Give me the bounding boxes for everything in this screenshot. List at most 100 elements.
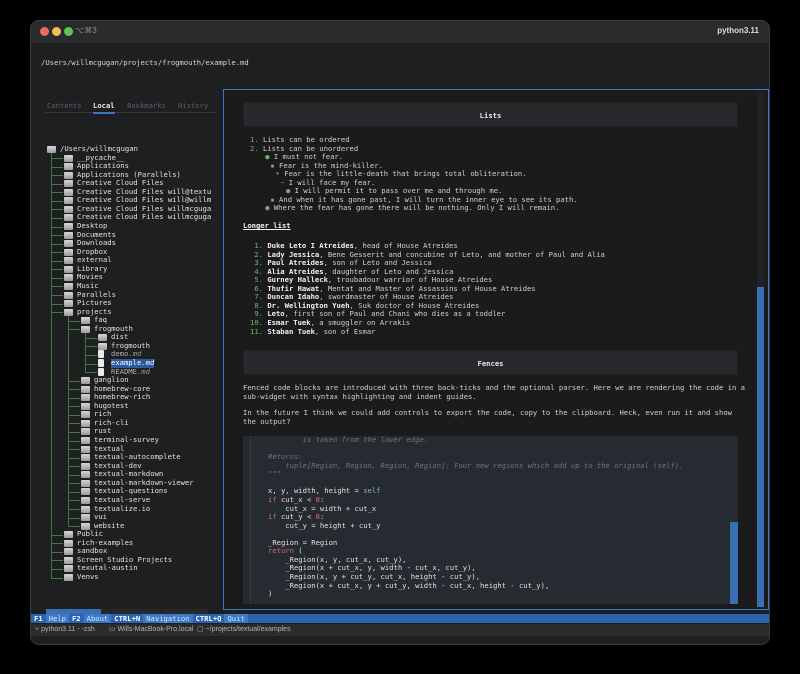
zoom-button[interactable]: [64, 27, 73, 36]
tree-guide: [85, 332, 86, 373]
tree-guide: [85, 372, 97, 374]
folder-icon: [81, 394, 90, 402]
heading-fences: Fences: [243, 350, 738, 375]
folder-icon: [64, 223, 73, 231]
folder-icon: [64, 539, 73, 547]
folder-icon: [81, 505, 90, 513]
tree-guide: [68, 449, 80, 451]
footer-key[interactable]: F2: [69, 614, 84, 623]
footer-label-navigation[interactable]: Navigation: [143, 614, 193, 623]
folder-icon: [81, 419, 90, 427]
code-line: """: [268, 469, 281, 479]
tree-guide: [51, 209, 63, 211]
folder-icon: [81, 445, 90, 453]
footer-label-about[interactable]: About: [83, 614, 112, 623]
folder-icon: [81, 514, 90, 522]
code-line: ): [268, 589, 273, 599]
tree-guide: [68, 380, 80, 382]
tree-guide: [68, 474, 80, 476]
window-shortcut: ⌥⌘3: [75, 26, 97, 35]
folder-icon: [64, 205, 73, 213]
tree-guide: [51, 192, 63, 194]
tree-guide: [51, 277, 63, 279]
tree-guide: [68, 431, 80, 433]
paragraph-line: sub-widget with syntax highlighting and …: [243, 391, 477, 401]
folder-icon: [98, 334, 107, 342]
tree-guide: [51, 183, 63, 185]
tree-guide: [51, 226, 63, 228]
tree-guide: [68, 397, 80, 399]
viewer-vertical-scrollbar[interactable]: [757, 90, 764, 609]
tree-guide: [51, 269, 63, 271]
minimize-button[interactable]: [52, 27, 61, 36]
tree-guide: [68, 457, 80, 459]
tree-guide: [51, 260, 63, 262]
code-line: is taken from the lower edge.: [268, 436, 429, 444]
list-item: 11. Staban Tuek, son of Esmar: [250, 326, 376, 337]
tree-guide: [68, 423, 80, 425]
list-item: ● Where the fear has gone there will be …: [265, 204, 559, 213]
footer-label-help[interactable]: Help: [45, 614, 69, 623]
code-text: is taken from the lower edge. Returns: t…: [268, 436, 683, 599]
folder-icon: [81, 437, 90, 445]
tree-guide: [68, 500, 80, 502]
folder-icon: [64, 197, 73, 205]
code-scrollbar-thumb[interactable]: [730, 522, 738, 604]
code-line: _Region(x + cut_x, y + cut_y, width - cu…: [285, 580, 550, 590]
tree-guide: [85, 354, 97, 356]
folder-icon: [64, 265, 73, 273]
folder-icon: [64, 180, 73, 188]
code-block: is taken from the lower edge. Returns: t…: [243, 436, 738, 604]
heading-longer-list: Longer list: [243, 221, 291, 231]
sidebar-tabs: Contents Local Bookmarks History: [45, 101, 217, 114]
tree-guide: [85, 346, 97, 348]
folder-icon: [64, 154, 73, 162]
footer-key[interactable]: CTRL+Q: [193, 614, 225, 623]
folder-icon: [64, 531, 73, 539]
footer-label-quit[interactable]: Quit: [224, 614, 248, 623]
folder-icon: [81, 488, 90, 496]
tree-guide: [51, 534, 63, 536]
tab-bookmarks[interactable]: Bookmarks: [127, 101, 166, 110]
tree-guide: [51, 577, 63, 579]
tree-guide: [51, 166, 63, 168]
host-label: Wills-MacBook-Pro.local: [117, 626, 194, 633]
tree-guide: [51, 543, 63, 545]
folder-icon: [64, 171, 73, 179]
tree-guide: [68, 517, 80, 519]
folder-icon: [64, 556, 73, 564]
folder-icon: [64, 188, 73, 196]
folder-icon: [98, 342, 107, 350]
folder-icon: [64, 248, 73, 256]
heading-text: Longer list: [243, 221, 291, 230]
tree-guide: [68, 526, 80, 528]
tree-guide: [51, 235, 63, 237]
folder-icon: [81, 454, 90, 462]
scrollbar-thumb[interactable]: [757, 287, 764, 607]
tab-local[interactable]: Local: [93, 101, 115, 114]
tree-guide: [68, 315, 69, 527]
tab-history[interactable]: History: [178, 101, 208, 110]
tree-guide: [51, 175, 63, 177]
folder-icon: [64, 282, 73, 290]
item-description: , son of Esmar: [314, 326, 376, 336]
tree-guide: [51, 158, 63, 160]
host-status: ▭ Wills-MacBook-Pro.local: [109, 626, 194, 633]
tree-guide: [68, 440, 80, 442]
tree-guide: [85, 363, 97, 365]
footer-key[interactable]: CTRL+N: [111, 614, 143, 623]
folder-icon: [81, 471, 90, 479]
window-title: python3.11: [717, 26, 759, 35]
title-bar: ⌥⌘3 python3.11: [31, 21, 769, 43]
tab-contents[interactable]: Contents: [47, 101, 82, 110]
list-text: Where the fear has gone there will be no…: [273, 203, 560, 213]
folder-icon: [81, 377, 90, 385]
folder-icon: [64, 574, 73, 581]
footer-key[interactable]: F1: [31, 614, 46, 623]
file-path: /Users/willmcgugan/projects/frogmouth/ex…: [41, 58, 249, 67]
folder-icon: [81, 496, 90, 504]
tree-guide: [68, 509, 80, 511]
folder-icon: [81, 428, 90, 436]
footer-keybindings: F1 Help F2 About CTRL+N Navigation CTRL+Q Quit: [31, 614, 769, 623]
close-button[interactable]: [40, 27, 49, 36]
